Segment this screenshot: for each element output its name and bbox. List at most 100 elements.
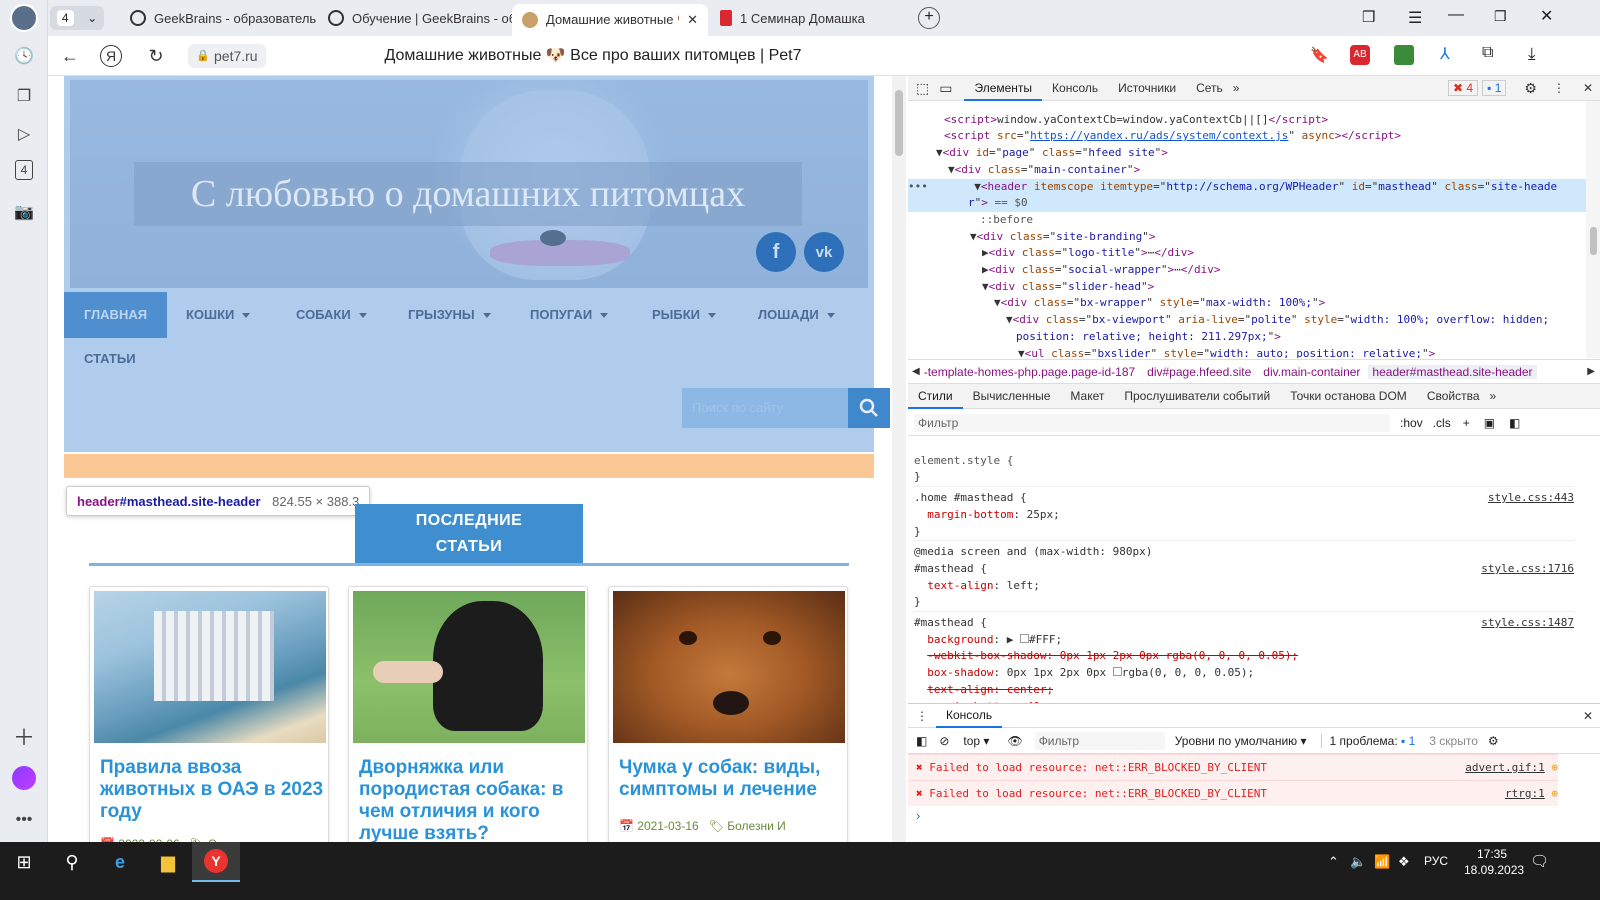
paint-icon[interactable]: ▣: [1484, 416, 1495, 430]
tab-geekbrains-1[interactable]: GeekBrains - образовательн: [120, 4, 316, 32]
tab-styles[interactable]: Стили: [908, 384, 963, 409]
volume-icon[interactable]: 🔈: [1350, 854, 1366, 870]
cls-toggle[interactable]: .cls: [1433, 416, 1451, 430]
issues-button[interactable]: 1 проблема: ▪ 1: [1320, 733, 1415, 748]
more-tabs-icon[interactable]: »: [1490, 389, 1497, 403]
dom-tree[interactable]: <script>window.yaContextCb=window.yaCont…: [908, 101, 1586, 358]
translate-icon[interactable]: ⅄: [1440, 44, 1450, 64]
styles-filter-input[interactable]: Фильтр: [914, 413, 1390, 432]
article-title[interactable]: Дворняжка или породистая собака: в чем о…: [359, 757, 583, 842]
article-category[interactable]: Болезни И: [727, 819, 786, 833]
adblock-icon[interactable]: AB: [1350, 45, 1370, 65]
notifications-icon[interactable]: 🗨: [1530, 852, 1549, 870]
article-title[interactable]: Правила ввоза животных в ОАЭ в 2023 году: [100, 757, 324, 823]
tab-pet7[interactable]: Домашние животные 🐶 ✕: [512, 4, 708, 36]
menu-item-articles[interactable]: Статьи: [64, 336, 156, 382]
search-button[interactable]: [848, 388, 890, 428]
rule-source[interactable]: style.css:1487: [1481, 615, 1574, 632]
minimize-icon[interactable]: —: [1448, 6, 1464, 24]
close-drawer-icon[interactable]: ✕: [1583, 709, 1593, 723]
bookmark-icon[interactable]: 🔖: [1310, 46, 1329, 64]
context-select[interactable]: top ▾: [963, 734, 989, 748]
more-icon[interactable]: •••: [10, 806, 38, 834]
tab-network[interactable]: Сеть: [1186, 76, 1233, 101]
explorer-icon[interactable]: ▆: [144, 842, 192, 882]
collections-icon[interactable]: ❐: [10, 82, 38, 110]
extension-icon[interactable]: [1394, 45, 1414, 65]
menu-item-parrots[interactable]: Попугаи: [510, 292, 628, 338]
add-panel-icon[interactable]: ＋: [10, 722, 38, 750]
drawer-tab-console[interactable]: Консоль: [936, 703, 1003, 728]
restore-icon[interactable]: ❐: [1494, 8, 1507, 25]
more-tabs-icon[interactable]: »: [1233, 81, 1240, 95]
article-card[interactable]: Дворняжка или породистая собака: в чем о…: [348, 586, 588, 842]
console-settings-icon[interactable]: ⚙: [1488, 734, 1499, 748]
search-icon[interactable]: ⚲: [48, 842, 96, 882]
menu-item-rodents[interactable]: Грызуны: [388, 292, 511, 338]
clock[interactable]: 17:35 18.09.2023: [1464, 846, 1524, 878]
article-image-beagle[interactable]: [613, 591, 845, 743]
tab-elements[interactable]: Элементы: [964, 76, 1043, 101]
new-tab-button[interactable]: +: [918, 7, 940, 29]
messages-badge[interactable]: ▪ 1: [1482, 80, 1507, 96]
inspect-icon[interactable]: ⬚: [916, 80, 929, 97]
article-card[interactable]: Чумка у собак: виды, симптомы и лечение …: [608, 586, 848, 842]
tab-counter-button[interactable]: 4 ⌄: [50, 6, 104, 30]
history-icon[interactable]: 🕓: [10, 42, 38, 70]
article-title[interactable]: Чумка у собак: виды, симптомы и лечение: [619, 757, 843, 801]
breadcrumb-right-icon[interactable]: ▶: [1587, 366, 1595, 377]
article-image-uae[interactable]: [94, 591, 326, 743]
tab-seminar[interactable]: 1 Семинар Домашка: [710, 4, 906, 32]
new-rule-icon[interactable]: +: [1463, 416, 1470, 430]
windows-start-icon[interactable]: ⊞: [0, 842, 48, 882]
video-icon[interactable]: ▷: [10, 120, 38, 148]
bookmarks-panel-icon[interactable]: ❒: [1362, 8, 1375, 26]
settings-icon[interactable]: ⚙: [1524, 80, 1537, 97]
screenshot-icon[interactable]: 📷: [10, 198, 38, 226]
sidebar-toggle-icon[interactable]: ◧: [1509, 416, 1520, 430]
article-card[interactable]: Правила ввоза животных в ОАЭ в 2023 году…: [89, 586, 329, 842]
tab-layout[interactable]: Макет: [1060, 384, 1114, 409]
error-source[interactable]: advert.gif:1: [1465, 761, 1544, 774]
menu-icon[interactable]: ☰: [1408, 8, 1422, 28]
kebab-icon[interactable]: ⋮: [1553, 81, 1565, 95]
extensions-icon[interactable]: ⧉: [1482, 44, 1493, 62]
tab-dom-breakpoints[interactable]: Точки останова DOM: [1280, 384, 1417, 409]
yandex-browser-icon[interactable]: Y: [192, 842, 240, 882]
levels-select[interactable]: Уровни по умолчанию ▾: [1175, 734, 1307, 748]
console-prompt[interactable]: ›: [916, 808, 920, 823]
breadcrumb-item[interactable]: div.main-container: [1263, 365, 1360, 379]
tabs-count-icon[interactable]: 4: [15, 160, 33, 180]
close-window-icon[interactable]: ✕: [1540, 6, 1553, 26]
language-indicator[interactable]: РУС: [1424, 854, 1448, 868]
search-input[interactable]: Поиск по сайту: [682, 388, 850, 428]
tab-properties[interactable]: Свойства: [1417, 384, 1490, 409]
vk-icon[interactable]: vk: [804, 232, 844, 272]
rule-source[interactable]: style.css:1716: [1481, 561, 1574, 578]
edge-icon[interactable]: e: [96, 842, 144, 882]
rule-source[interactable]: style.css:443: [1488, 490, 1574, 507]
network-icon[interactable]: 📶: [1374, 854, 1390, 870]
clear-console-icon[interactable]: ⊘: [939, 734, 949, 748]
close-icon[interactable]: ✕: [687, 12, 698, 28]
error-source[interactable]: rtrg:1: [1505, 787, 1545, 800]
dropbox-icon[interactable]: ❖: [1398, 854, 1410, 870]
console-filter-input[interactable]: Фильтр: [1034, 731, 1165, 750]
hov-toggle[interactable]: :hov: [1400, 416, 1423, 430]
alice-icon[interactable]: [12, 766, 36, 790]
tab-console[interactable]: Консоль: [1042, 76, 1108, 101]
menu-item-horses[interactable]: Лошади: [738, 292, 855, 338]
download-icon[interactable]: ⤓: [1528, 44, 1536, 64]
styles-rules[interactable]: element.style {} .home #masthead {style.c…: [914, 436, 1574, 708]
dom-scrollbar[interactable]: [1586, 101, 1600, 358]
article-image-dog-paw[interactable]: [353, 591, 585, 743]
device-icon[interactable]: ▭: [939, 80, 952, 97]
menu-item-dogs[interactable]: Собаки: [276, 292, 387, 338]
menu-item-cats[interactable]: Кошки: [166, 292, 270, 338]
eye-icon[interactable]: 👁: [1007, 734, 1022, 748]
menu-item-fish[interactable]: Рыбки: [632, 292, 736, 338]
breadcrumb-item[interactable]: -template-homes-php.page.page-id-187: [924, 365, 1135, 379]
sidebar-icon[interactable]: ◧: [916, 734, 927, 748]
profile-avatar[interactable]: [10, 4, 38, 32]
page-scrollbar[interactable]: [892, 76, 906, 842]
